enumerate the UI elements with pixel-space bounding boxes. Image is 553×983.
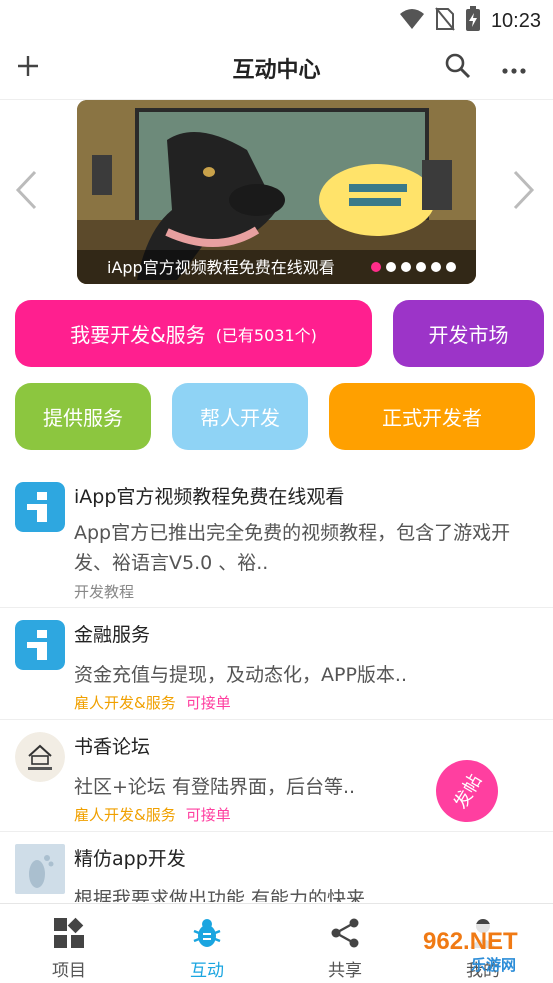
carousel-dot[interactable] [371,262,381,272]
list-item[interactable]: 金融服务 资金充值与提现，及动态化，APP版本.. 雇人开发&服务 可接单 [0,608,553,720]
list-item[interactable]: iApp官方视频教程免费在线观看 App官方已推出完全免费的视频教程，包含了游戏… [0,470,553,608]
help-develop-button[interactable]: 帮人开发 [172,383,308,450]
no-sim-icon [435,7,455,35]
help-develop-label: 帮人开发 [200,406,280,430]
nav-item-share[interactable]: 共享 [276,904,414,983]
provide-service-label: 提供服务 [43,406,123,430]
formal-developer-button[interactable]: 正式开发者 [329,383,535,450]
post-description: App官方已推出完全免费的视频教程，包含了游戏开发、裕语言V5.0 、裕.. [74,522,511,574]
nav-item-interact[interactable]: 互动 [138,904,276,983]
fab-label: 发帖 [450,770,487,813]
post-tag: 可接单 [185,694,231,712]
carousel-dot[interactable] [401,262,411,272]
post-tags: 雇人开发&服务 可接单 [74,804,231,825]
nav-label: 互动 [190,961,224,981]
share-icon [328,916,362,950]
nav-label: 项目 [52,961,86,981]
formal-developer-label: 正式开发者 [382,406,482,430]
post-tag: 雇人开发&服务 [74,806,176,824]
banner-image[interactable]: iApp官方视频教程免费在线观看 [77,100,476,284]
develop-service-count: (已有5031个) [215,325,317,345]
carousel-dot[interactable] [416,262,426,272]
nav-item-projects[interactable]: 项目 [0,904,138,983]
wifi-icon [399,8,425,34]
chevron-left-icon [15,170,37,214]
post-description: 资金充值与提现，及动态化，APP版本.. [74,664,407,686]
carousel-dot[interactable] [431,262,441,272]
carousel-dot[interactable] [446,262,456,272]
dev-market-label: 开发市场 [428,323,509,347]
grid-icon [52,916,86,950]
post-tag: 可接单 [185,806,231,824]
chevron-right-icon [513,170,535,214]
dev-market-button[interactable]: 开发市场 [393,300,544,367]
iapp-logo-icon [15,620,65,670]
post-title: 书香论坛 [74,736,151,758]
banner-caption: iApp官方视频教程免费在线观看 [107,258,335,277]
banner-next-button[interactable] [506,170,542,214]
banner-prev-button[interactable] [8,170,44,214]
nav-label: 共享 [328,961,362,981]
book-house-icon [15,732,65,782]
bug-icon [190,916,224,950]
post-tag: 开发教程 [74,583,135,601]
post-title: 精仿app开发 [74,848,186,870]
battery-charging-icon [465,6,481,36]
provide-service-button[interactable]: 提供服务 [15,383,151,450]
search-button[interactable] [440,50,476,86]
post-description: 根据我要求做出功能 有能力的快来 [74,888,366,902]
watermark-sub: 乐游网 [471,956,517,974]
watermark-logo: 962.NET 乐游网 [413,920,547,978]
post-title: 金融服务 [74,624,151,646]
develop-service-button[interactable]: 我要开发&服务 (已有5031个) [15,300,372,367]
more-button[interactable] [496,50,532,86]
search-icon [445,53,471,83]
post-tag: 雇人开发&服务 [74,694,176,712]
status-bar: 10:23 [0,0,553,38]
post-title: iApp官方视频教程免费在线观看 [74,486,345,508]
carousel-dots [371,262,456,272]
app-bar: 互动中心 [0,38,553,100]
post-tags: 雇人开发&服务 可接单 [74,692,231,713]
list-item[interactable]: 精仿app开发 根据我要求做出功能 有能力的快来 [0,832,553,902]
status-time: 10:23 [490,9,541,32]
carousel-dot[interactable] [386,262,396,272]
watermark-text: 962.NET [423,928,518,955]
develop-service-label: 我要开发&服务 [70,323,206,347]
more-dots-icon [502,59,526,78]
footprint-photo [15,844,65,894]
banner-carousel: iApp官方视频教程免费在线观看 [0,100,553,285]
iapp-logo-icon [15,482,65,532]
post-tags: 开发教程 [74,581,134,602]
